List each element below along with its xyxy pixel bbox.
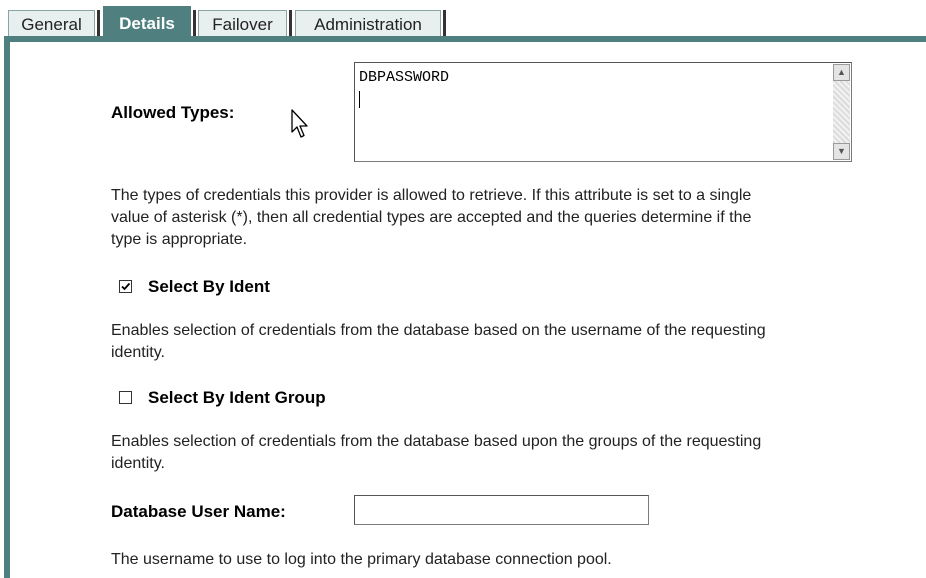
panel-left-border xyxy=(4,36,10,578)
select-by-ident-checkbox[interactable] xyxy=(119,280,132,293)
database-user-name-input[interactable] xyxy=(354,495,649,525)
scroll-up-button[interactable]: ▲ xyxy=(833,64,850,81)
description-line: identity. xyxy=(111,344,165,361)
description-line: Enables selection of credentials from th… xyxy=(111,433,762,450)
tab-separator xyxy=(97,10,100,37)
select-by-ident-description: Enables selection of credentials from th… xyxy=(111,320,766,364)
tab-details[interactable]: Details xyxy=(103,6,191,39)
description-line: The types of credentials this provider i… xyxy=(111,187,752,204)
database-user-name-label: Database User Name: xyxy=(111,502,286,521)
tab-separator xyxy=(289,10,292,37)
select-by-ident-group-checkbox[interactable] xyxy=(119,391,132,404)
tab-failover[interactable]: Failover xyxy=(198,10,287,37)
mouse-pointer-icon xyxy=(291,109,308,138)
scroll-down-button[interactable]: ▼ xyxy=(833,143,850,160)
description-line: Enables selection of credentials from th… xyxy=(111,322,766,339)
tab-general[interactable]: General xyxy=(8,10,95,37)
tab-separator xyxy=(193,10,196,37)
allowed-types-value: DBPASSWORD xyxy=(359,69,450,86)
allowed-types-textarea[interactable]: DBPASSWORD ▲ ▼ xyxy=(354,62,852,162)
description-line: type is appropriate. xyxy=(111,231,248,248)
textarea-scrollbar[interactable]: ▲ ▼ xyxy=(833,64,850,160)
database-user-name-description: The username to use to log into the prim… xyxy=(111,551,612,568)
description-line: identity. xyxy=(111,455,165,472)
description-line: value of asterisk (*), then all credenti… xyxy=(111,209,752,226)
tab-separator xyxy=(443,10,446,37)
allowed-types-label: Allowed Types: xyxy=(111,103,235,122)
checkmark-icon xyxy=(121,282,131,291)
panel-top-border xyxy=(4,36,926,42)
select-by-ident-group-description: Enables selection of credentials from th… xyxy=(111,431,761,475)
select-by-ident-group-label: Select By Ident Group xyxy=(148,388,326,407)
tab-administration[interactable]: Administration xyxy=(295,10,441,37)
select-by-ident-label: Select By Ident xyxy=(148,277,270,296)
text-caret xyxy=(359,91,360,108)
allowed-types-description: The types of credentials this provider i… xyxy=(111,185,751,251)
